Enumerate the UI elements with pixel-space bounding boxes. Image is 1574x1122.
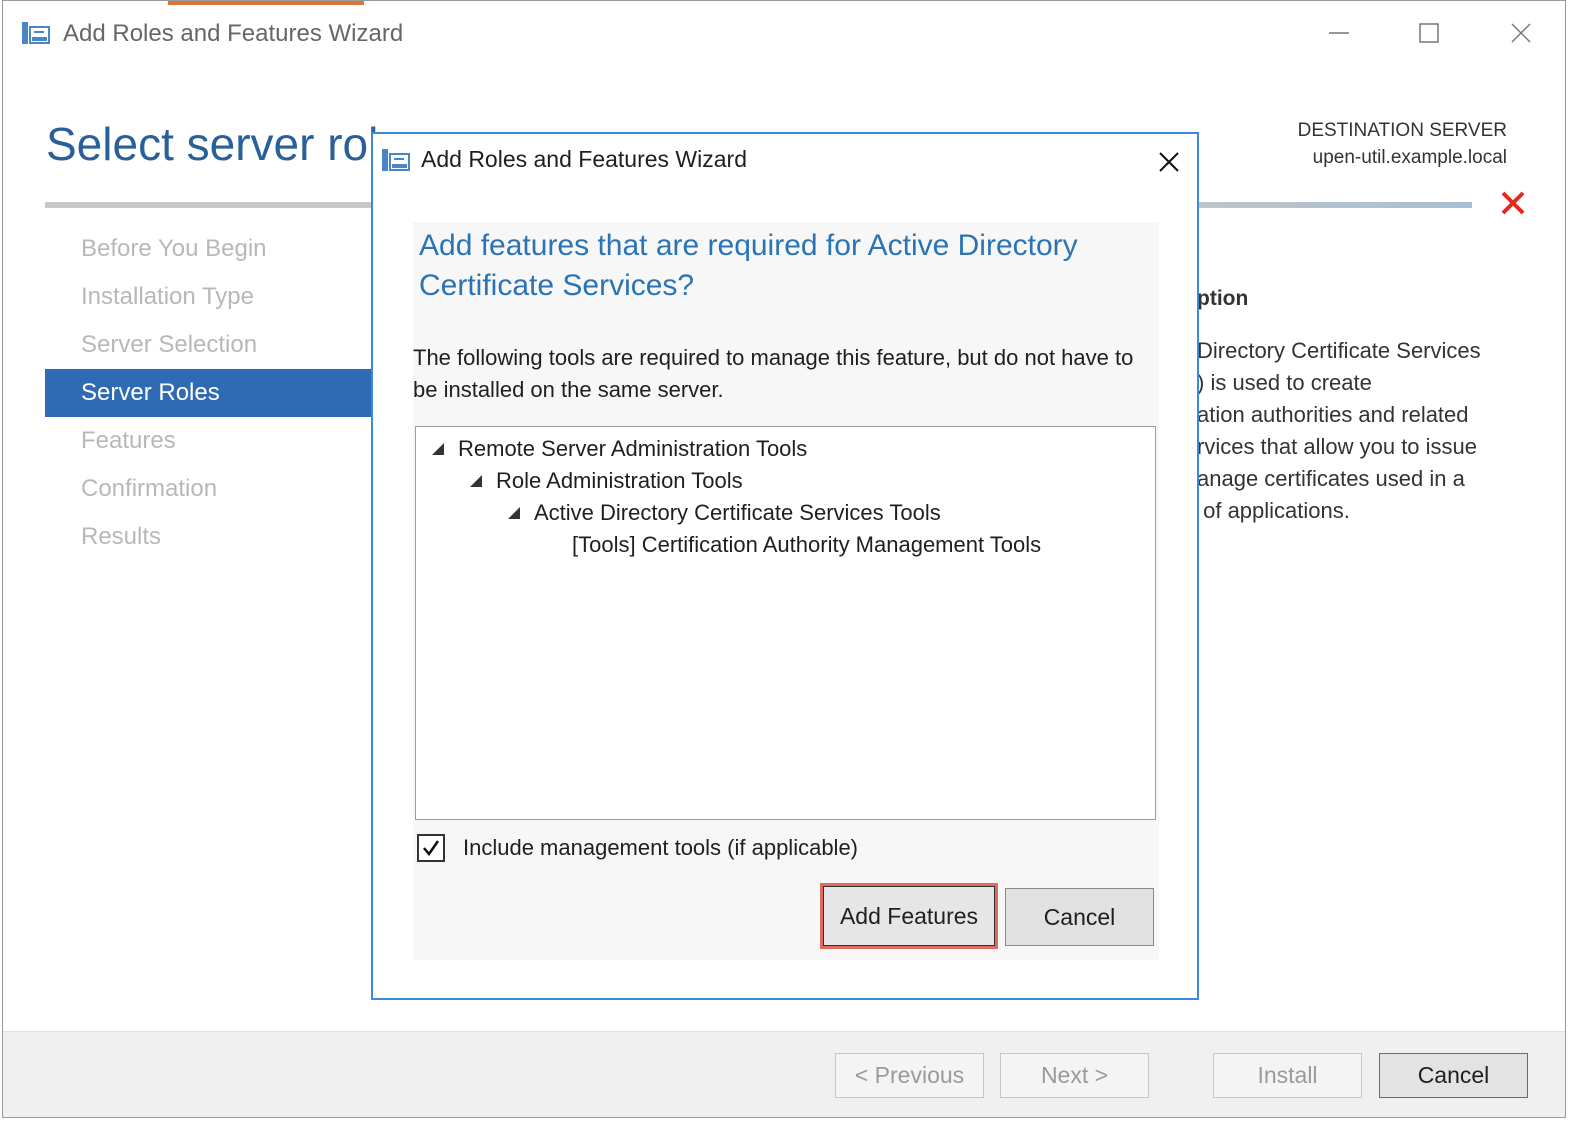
expanded-triangle-icon[interactable] [432,443,444,455]
minimize-icon [1329,32,1349,34]
dialog-cancel-button[interactable]: Cancel [1005,888,1154,946]
close-icon [1511,23,1531,43]
window-close-button[interactable] [1501,13,1541,53]
nav-item-before-you-begin[interactable]: Before You Begin [45,225,385,273]
dialog-close-button[interactable] [1151,144,1187,180]
dialog-description: The following tools are required to mana… [413,345,1134,402]
dialog-title: Add Roles and Features Wizard [421,146,747,172]
nav-item-server-roles[interactable]: Server Roles [45,369,385,417]
error-notification-icon[interactable] [1499,189,1527,222]
maximize-icon [1419,23,1439,43]
wizard-steps-nav: Before You Begin Installation Type Serve… [45,225,385,561]
required-features-tree[interactable]: Remote Server Administration Tools Role … [415,426,1156,820]
tree-node[interactable]: [Tools] Certification Authority Manageme… [572,529,1041,561]
maximize-button[interactable] [1409,13,1449,53]
include-management-tools-checkbox[interactable] [417,834,445,862]
nav-item-features[interactable]: Features [45,417,385,465]
server-manager-icon [381,146,411,179]
window-title: Add Roles and Features Wizard [63,20,404,47]
tree-node[interactable]: Active Directory Certificate Services To… [508,497,941,529]
role-description: Directory Certificate Services ) is used… [1197,338,1481,523]
add-features-dialog: Add Roles and Features Wizard Add featur… [371,132,1199,1000]
dialog-heading: Add features that are required for Activ… [419,229,1078,302]
checkmark-icon [423,840,440,857]
tree-node[interactable]: Role Administration Tools [470,465,743,497]
server-manager-icon [21,19,51,52]
add-features-button[interactable]: Add Features [823,886,995,946]
install-button[interactable]: Install [1213,1053,1362,1098]
description-heading: ption [1197,287,1249,310]
nav-item-installation-type[interactable]: Installation Type [45,273,385,321]
minimize-button[interactable] [1319,13,1359,53]
nav-item-results[interactable]: Results [45,513,385,561]
close-icon [1159,152,1179,172]
include-management-tools-label[interactable]: Include management tools (if applicable) [463,832,858,864]
nav-item-confirmation[interactable]: Confirmation [45,465,385,513]
expanded-triangle-icon[interactable] [508,507,520,519]
nav-item-server-selection[interactable]: Server Selection [45,321,385,369]
dialog-body: Add features that are required for Activ… [413,222,1159,960]
wizard-cancel-button[interactable]: Cancel [1379,1053,1528,1098]
expanded-triangle-icon[interactable] [470,475,482,487]
destination-server-info: DESTINATION SERVER upen-util.example.loc… [1298,117,1507,171]
title-bar: Add Roles and Features Wizard [3,1,1565,65]
page-title: Select server roles [46,118,427,170]
next-button[interactable]: Next > [1000,1053,1149,1098]
tree-node[interactable]: Remote Server Administration Tools [432,433,807,465]
destination-server-label: DESTINATION SERVER [1297,120,1507,141]
destination-server-name: upen-util.example.local [1312,147,1507,168]
previous-button[interactable]: < Previous [835,1053,984,1098]
